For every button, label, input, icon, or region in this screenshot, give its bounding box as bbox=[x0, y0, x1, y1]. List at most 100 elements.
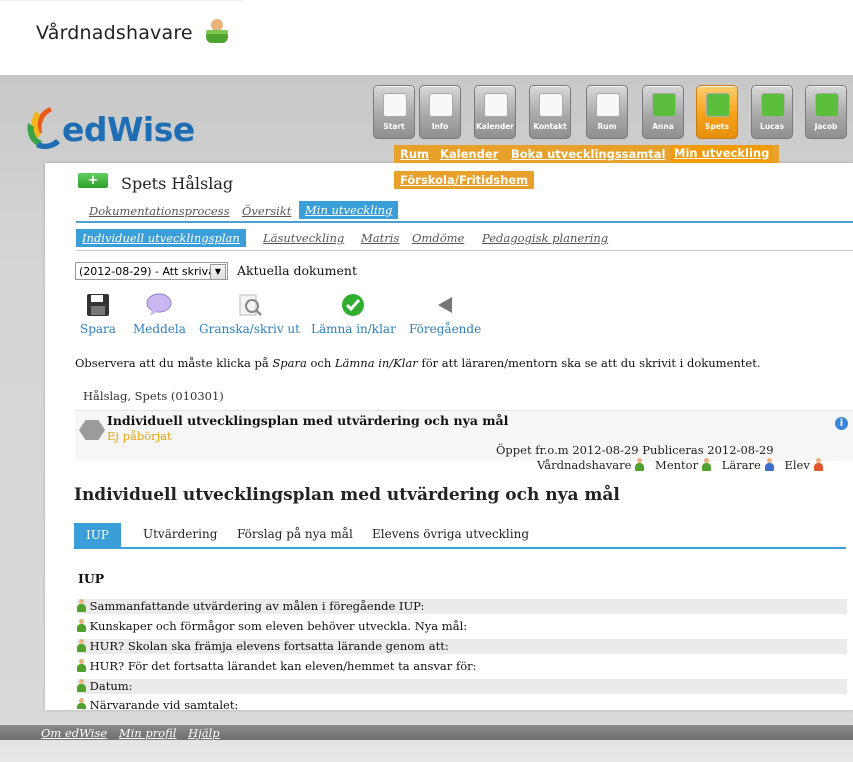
mail-icon bbox=[539, 93, 563, 117]
nav-rum-button[interactable]: Rum bbox=[586, 85, 628, 139]
document-heading: Individuell utvecklingsplan med utvärder… bbox=[74, 485, 620, 505]
instruction-text: Observera att du måste klicka på Spara o… bbox=[75, 356, 760, 370]
footer-links: Om edWise Min profil Hjälp bbox=[41, 726, 228, 740]
page-title: Spets Hålslag bbox=[121, 174, 234, 193]
floppy-icon bbox=[86, 294, 109, 316]
subnav-rum[interactable]: Rum bbox=[400, 147, 429, 161]
tab-dokumentationsprocess[interactable]: Dokumentationsprocess bbox=[89, 204, 229, 218]
submit-button[interactable]: Lämna in/klar bbox=[311, 292, 396, 336]
document-tab-bar: IUP Utvärdering Förslag på nya mål Eleve… bbox=[74, 523, 846, 549]
submit-label: Lämna in/klar bbox=[311, 322, 396, 336]
doc-tab-utvardering[interactable]: Utvärdering bbox=[143, 527, 217, 541]
role-teacher: Lärare bbox=[721, 458, 761, 472]
row-label: Sammanfattande utvärdering av målen i fö… bbox=[89, 599, 425, 613]
subtab-lasutveckling[interactable]: Läsutveckling bbox=[263, 231, 344, 245]
footer-link-profile[interactable]: Min profil bbox=[119, 726, 177, 740]
nav-label: Kalender bbox=[475, 122, 515, 131]
current-documents-label: Aktuella dokument bbox=[237, 263, 357, 278]
subnav-forskola[interactable]: Förskola/Fritidshem bbox=[400, 173, 528, 187]
subtab-iup[interactable]: Individuell utvecklingsplan bbox=[76, 229, 246, 247]
tab-oversikt[interactable]: Översikt bbox=[242, 204, 291, 218]
guardian-icon bbox=[77, 659, 86, 672]
list-item[interactable]: Datum: bbox=[77, 679, 847, 694]
person-icon bbox=[815, 93, 839, 117]
tab-min-utveckling[interactable]: Min utveckling bbox=[299, 201, 399, 219]
guardian-icon bbox=[635, 458, 645, 471]
message-label: Meddela bbox=[133, 322, 186, 336]
subnav-min-utveckling[interactable]: Min utveckling bbox=[671, 145, 773, 163]
review-print-button[interactable]: Granska/skriv ut bbox=[199, 292, 300, 336]
sub-navigation-2: Förskola/Fritidshem bbox=[394, 171, 534, 189]
nav-label: Lucas bbox=[759, 122, 785, 131]
nav-jacob-button[interactable]: Jacob bbox=[805, 85, 847, 139]
save-button[interactable]: Spara bbox=[80, 292, 116, 336]
footer-link-about[interactable]: Om edWise bbox=[41, 726, 107, 740]
speech-bubble-icon bbox=[146, 293, 172, 316]
document-select[interactable]: (2012-08-29) - Att skriva ▼ bbox=[75, 262, 228, 280]
plan-dates: Öppet fr.o.m 2012-08-29 Publiceras 2012-… bbox=[496, 443, 774, 457]
note-text: och bbox=[306, 356, 335, 370]
guardian-icon bbox=[77, 599, 86, 612]
role-student: Elev bbox=[784, 458, 810, 472]
subnav-boka[interactable]: Boka utvecklingssamtal bbox=[511, 147, 665, 161]
list-item[interactable]: Kunskaper och förmågor som eleven behöve… bbox=[77, 619, 847, 634]
magnifier-icon bbox=[239, 294, 263, 316]
nav-label: Anna bbox=[652, 122, 674, 131]
list-item[interactable]: Närvarande vid samtalet: bbox=[77, 698, 847, 709]
plan-title[interactable]: Individuell utvecklingsplan med utvärder… bbox=[107, 413, 508, 428]
save-label: Spara bbox=[80, 322, 116, 336]
nav-start-button[interactable]: Start bbox=[373, 85, 415, 139]
select-value: (2012-08-29) - Att skriva bbox=[79, 265, 215, 278]
person-icon bbox=[706, 93, 730, 117]
chevron-down-icon[interactable]: ▼ bbox=[210, 264, 226, 280]
nav-label: Info bbox=[431, 122, 449, 131]
nav-kontakt-button[interactable]: Kontakt bbox=[529, 85, 571, 139]
nav-label: Rum bbox=[597, 122, 617, 131]
doc-tab-ovriga[interactable]: Elevens övriga utveckling bbox=[372, 527, 529, 541]
nav-label: Spets bbox=[705, 122, 729, 131]
guardian-icon bbox=[77, 619, 86, 632]
list-item[interactable]: HUR? För det fortsatta lärandet kan elev… bbox=[77, 659, 847, 674]
guardian-icon bbox=[202, 18, 232, 48]
previous-button[interactable]: Föregående bbox=[409, 292, 481, 336]
tab-bar: Dokumentationsprocess Översikt Min utvec… bbox=[76, 201, 853, 223]
footer-link-help[interactable]: Hjälp bbox=[188, 726, 220, 740]
row-label: Närvarande vid samtalet: bbox=[89, 698, 239, 709]
student-icon bbox=[813, 458, 823, 471]
megaphone-icon bbox=[429, 93, 453, 117]
subnav-kalender[interactable]: Kalender bbox=[440, 147, 498, 161]
role-guardian: Vårdnadshavare bbox=[537, 458, 632, 472]
nav-kalender-button[interactable]: Kalender bbox=[474, 85, 516, 139]
list-item[interactable]: Sammanfattande utvärdering av målen i fö… bbox=[77, 599, 847, 614]
person-icon bbox=[761, 93, 785, 117]
nav-lucas-button[interactable]: Lucas bbox=[751, 85, 793, 139]
mentor-icon bbox=[701, 458, 711, 471]
message-button[interactable]: Meddela bbox=[133, 292, 186, 336]
nav-info-button[interactable]: Info bbox=[419, 85, 461, 139]
teacher-icon bbox=[764, 458, 774, 471]
doc-tab-forslag[interactable]: Förslag på nya mål bbox=[237, 527, 353, 541]
info-icon[interactable]: i bbox=[835, 417, 848, 430]
subtab-omdome[interactable]: Omdöme bbox=[412, 231, 464, 245]
nav-spets-button[interactable]: Spets bbox=[696, 85, 738, 139]
nav-label: Jacob bbox=[814, 122, 838, 131]
row-label: Kunskaper och förmågor som eleven behöve… bbox=[89, 619, 468, 633]
subtab-pedagogisk-planering[interactable]: Pedagogisk planering bbox=[482, 231, 608, 245]
row-label: HUR? För det fortsatta lärandet kan elev… bbox=[89, 659, 477, 673]
row-label: HUR? Skolan ska främja elevens fortsatta… bbox=[89, 639, 449, 653]
review-label: Granska/skriv ut bbox=[199, 322, 300, 336]
guardian-icon bbox=[77, 639, 86, 652]
doc-tab-iup[interactable]: IUP bbox=[74, 523, 121, 547]
add-icon[interactable]: + bbox=[78, 173, 108, 188]
note-text: Observera att du måste klicka på bbox=[75, 356, 273, 370]
back-arrow-icon bbox=[438, 297, 453, 313]
plan-status: Ej påbörjat bbox=[107, 429, 172, 443]
subtab-matris[interactable]: Matris bbox=[361, 231, 399, 245]
role-list: Vårdnadshavare Mentor Lärare Elev bbox=[537, 458, 823, 472]
person-icon bbox=[652, 93, 676, 117]
list-item[interactable]: HUR? Skolan ska främja elevens fortsatta… bbox=[77, 639, 847, 654]
role-mentor: Mentor bbox=[655, 458, 699, 472]
cube-icon bbox=[596, 93, 620, 117]
checkmark-icon bbox=[342, 294, 365, 316]
nav-anna-button[interactable]: Anna bbox=[642, 85, 684, 139]
